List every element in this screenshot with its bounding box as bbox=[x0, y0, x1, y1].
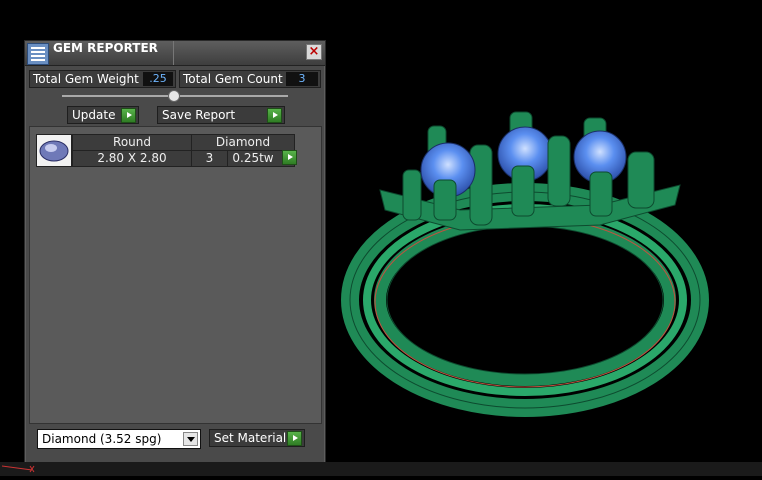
play-arrow-icon bbox=[121, 108, 136, 123]
panel-title: GEM REPORTER bbox=[53, 41, 158, 55]
gem-reporter-icon bbox=[27, 43, 49, 65]
update-button[interactable]: Update bbox=[67, 106, 139, 124]
total-gem-count-label: Total Gem Count bbox=[183, 72, 283, 86]
gem-shape-header: Round bbox=[73, 135, 192, 150]
material-row: Diamond (3.52 spg) Set Material bbox=[37, 428, 321, 450]
total-gem-count-value[interactable]: 3 bbox=[286, 72, 318, 86]
material-select[interactable]: Diamond (3.52 spg) bbox=[37, 429, 201, 449]
material-select-value: Diamond (3.52 spg) bbox=[42, 432, 162, 446]
gem-weight-cell: 0.25tw bbox=[232, 151, 274, 165]
gem-row-arrow-button[interactable] bbox=[282, 150, 297, 165]
gem-table: Round Diamond 2.80 X 2.80 3 0.25tw bbox=[72, 134, 295, 167]
slider-knob[interactable] bbox=[168, 90, 180, 102]
close-icon: × bbox=[308, 44, 320, 59]
total-gem-count-box: Total Gem Count 3 bbox=[179, 70, 321, 88]
update-label: Update bbox=[72, 108, 116, 122]
chevron-down-icon[interactable] bbox=[183, 432, 198, 446]
gem-thumbnail-icon[interactable] bbox=[36, 134, 72, 167]
gem-reporter-panel: GEM REPORTER × Total Gem Weight .25 Tota… bbox=[24, 40, 326, 466]
play-arrow-icon bbox=[267, 108, 282, 123]
head-left bbox=[402, 125, 493, 226]
viewport-footer bbox=[0, 462, 762, 476]
total-gem-weight-value[interactable]: .25 bbox=[143, 72, 173, 86]
panel-titlebar[interactable]: GEM REPORTER × bbox=[25, 41, 325, 66]
close-button[interactable]: × bbox=[306, 44, 322, 60]
axis-gizmo-icon bbox=[2, 465, 35, 473]
total-gem-weight-label: Total Gem Weight bbox=[33, 72, 139, 86]
gem-size-cell: 2.80 X 2.80 bbox=[73, 151, 192, 166]
set-material-label: Set Material bbox=[214, 431, 287, 445]
gem-list-area[interactable]: Round Diamond 2.80 X 2.80 3 0.25tw bbox=[29, 126, 322, 424]
save-report-label: Save Report bbox=[162, 108, 236, 122]
gem-count-cell: 3 bbox=[192, 151, 228, 166]
total-gem-weight-box: Total Gem Weight .25 bbox=[29, 70, 176, 88]
set-material-button[interactable]: Set Material bbox=[209, 429, 305, 447]
play-arrow-icon bbox=[287, 431, 302, 446]
save-report-button[interactable]: Save Report bbox=[157, 106, 285, 124]
gem-type-header: Diamond bbox=[215, 135, 271, 149]
stats-row: Total Gem Weight .25 Total Gem Count 3 bbox=[29, 70, 321, 88]
